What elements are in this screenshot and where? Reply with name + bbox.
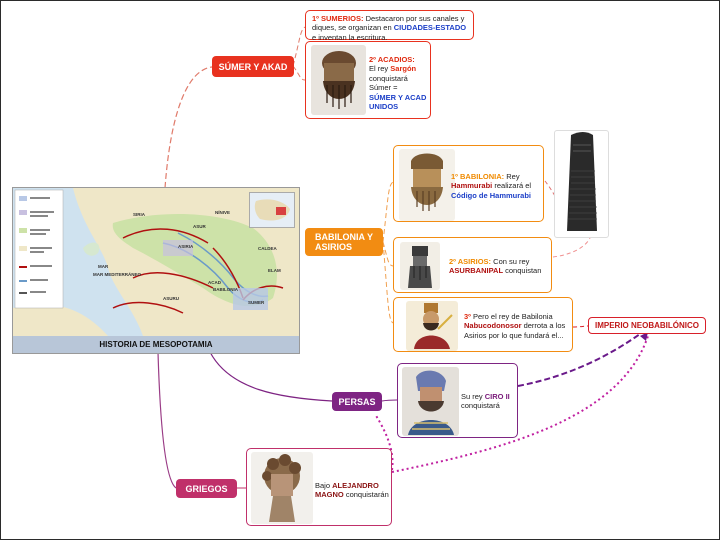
- babilonia-t1: Rey: [504, 172, 520, 181]
- link-asirios-stele: [552, 237, 591, 258]
- map-label: ASIRIA: [178, 244, 194, 249]
- babilonia-hl2: Código de Hammurabi: [451, 190, 532, 200]
- map-label: ELAM: [268, 268, 281, 273]
- node-babilonia-y-asirios[interactable]: BABILONIA Y ASIRIOS: [305, 228, 383, 256]
- node-sumer-y-akad[interactable]: SÚMER Y AKAD: [212, 56, 294, 77]
- hammurabi-stele-icon: [554, 130, 609, 238]
- neobab-hl1: Nabucodonosor: [464, 321, 522, 331]
- acadios-hl1: Sargón: [390, 64, 417, 74]
- link-bab-1: [382, 181, 394, 243]
- link-sumer-acadios: [292, 65, 306, 81]
- map-label: NÍNIVE: [215, 208, 230, 215]
- griegos-t1: Bajo: [315, 481, 333, 490]
- node-babilonia-label: BABILONIA Y ASIRIOS: [315, 232, 373, 252]
- map-inset-icon: [249, 192, 295, 228]
- node-imperio-label: IMPERIO NEOBABILÓNICO: [594, 321, 699, 330]
- center-map: ASIRIA ACAD SUMER BABILONIA ASURU ASUR CALDEA M…: [12, 187, 300, 354]
- asirios-t2: conquistan: [503, 266, 542, 276]
- map-label: ASURU: [163, 296, 179, 301]
- link-bab-3: [382, 241, 394, 324]
- link-imperio: [572, 325, 589, 328]
- map-label: BABILONIA: [213, 287, 239, 292]
- link-sumer: [164, 66, 213, 189]
- babilonia-t2: realizará el: [492, 181, 532, 191]
- nabucodonosor-text: 3º Pero el rey de Babilonia Nabucodonoso…: [464, 312, 570, 340]
- map-label: MAR: [98, 264, 109, 269]
- card-babilonia: 1º BABILONIA: Rey Hammurabi realizará el…: [393, 145, 544, 222]
- griegos-t2: conquistarán: [343, 490, 389, 500]
- card-asirios: 2º ASIRIOS: Con su rey ASURBANIPAL conqu…: [393, 237, 552, 293]
- acadios-text: 2º ACADIOS: El rey Sargón conquistará Sú…: [369, 55, 429, 111]
- node-griegos[interactable]: GRIEGOS: [176, 479, 237, 498]
- link-persas: [209, 351, 333, 402]
- cyrus-icon: [402, 367, 459, 436]
- card-nabucodonosor: 3º Pero el rey de Babilonia Nabucodonoso…: [393, 297, 573, 352]
- link-griegos: [157, 351, 177, 489]
- neobab-head: 3º: [464, 312, 471, 321]
- sumerios-hl: CIUDADES-ESTADO: [393, 23, 467, 33]
- card-sumerios: 1º SUMERIOS: Destacaron por sus canales …: [305, 10, 474, 42]
- map-label: SIRIA: [133, 212, 146, 217]
- acadios-t2: conquistará Súmer =: [369, 73, 408, 93]
- asirios-t1: Con su rey: [491, 257, 530, 266]
- ashurbanipal-relief-icon: [400, 242, 440, 290]
- alexander-icon: [251, 452, 313, 524]
- sumerios-head: 1º SUMERIOS:: [312, 14, 364, 23]
- babilonia-head: 1º BABILONIA:: [451, 172, 505, 181]
- acadios-head: 2º ACADIOS:: [369, 55, 415, 64]
- card-ciro: Su rey CIRO II conquistará: [397, 363, 518, 438]
- babilonia-hl1: Hammurabi: [451, 181, 493, 191]
- persas-hl1: CIRO II: [484, 392, 510, 401]
- neobab-t1: Pero el rey de Babilonia: [470, 312, 553, 321]
- alejandro-text: Bajo ALEJANDRO MAGNO conquistarán: [315, 481, 391, 500]
- map-label: ASUR: [193, 224, 207, 229]
- acadios-t1: El rey: [369, 64, 391, 74]
- persas-t1: Su rey: [461, 392, 485, 401]
- acadios-hl2: SÚMER Y ACAD UNIDOS: [369, 92, 427, 111]
- node-griegos-label: GRIEGOS: [185, 483, 228, 494]
- node-imperio-neobabilonico[interactable]: IMPERIO NEOBABILÓNICO: [588, 317, 706, 334]
- hammurabi-head-icon: [399, 149, 455, 221]
- asirios-text: 2º ASIRIOS: Con su rey ASURBANIPAL conqu…: [449, 257, 551, 276]
- asirios-hl1: ASURBANIPAL: [449, 266, 504, 276]
- card-alejandro: Bajo ALEJANDRO MAGNO conquistarán: [246, 448, 392, 526]
- ciro-text: Su rey CIRO II conquistará: [461, 392, 517, 411]
- link-sumer-sumerios: [292, 26, 306, 67]
- map-label: ACAD: [208, 280, 222, 285]
- link-persas-card: [381, 399, 398, 402]
- asirios-head: 2º ASIRIOS:: [449, 257, 492, 266]
- node-persas-label: PERSAS: [338, 396, 376, 407]
- map-title-bar: HISTORIA DE MESOPOTAMIA: [13, 336, 299, 353]
- nebuchadnezzar-icon: [406, 301, 458, 351]
- sargon-head-icon: [311, 45, 366, 115]
- map-label: CALDEA: [258, 246, 277, 251]
- persas-t2: conquistará: [461, 401, 500, 411]
- map-label: MAR MEDITERRÁNEO: [93, 271, 141, 277]
- map-title: HISTORIA DE MESOPOTAMIA: [99, 340, 213, 349]
- node-sumer-label: SÚMER Y AKAD: [218, 61, 288, 72]
- card-acadios: 2º ACADIOS: El rey Sargón conquistará Sú…: [305, 41, 431, 119]
- babilonia-text: 1º BABILONIA: Rey Hammurabi realizará el…: [451, 172, 543, 200]
- node-persas[interactable]: PERSAS: [332, 392, 382, 411]
- map-label: SUMER: [248, 300, 265, 305]
